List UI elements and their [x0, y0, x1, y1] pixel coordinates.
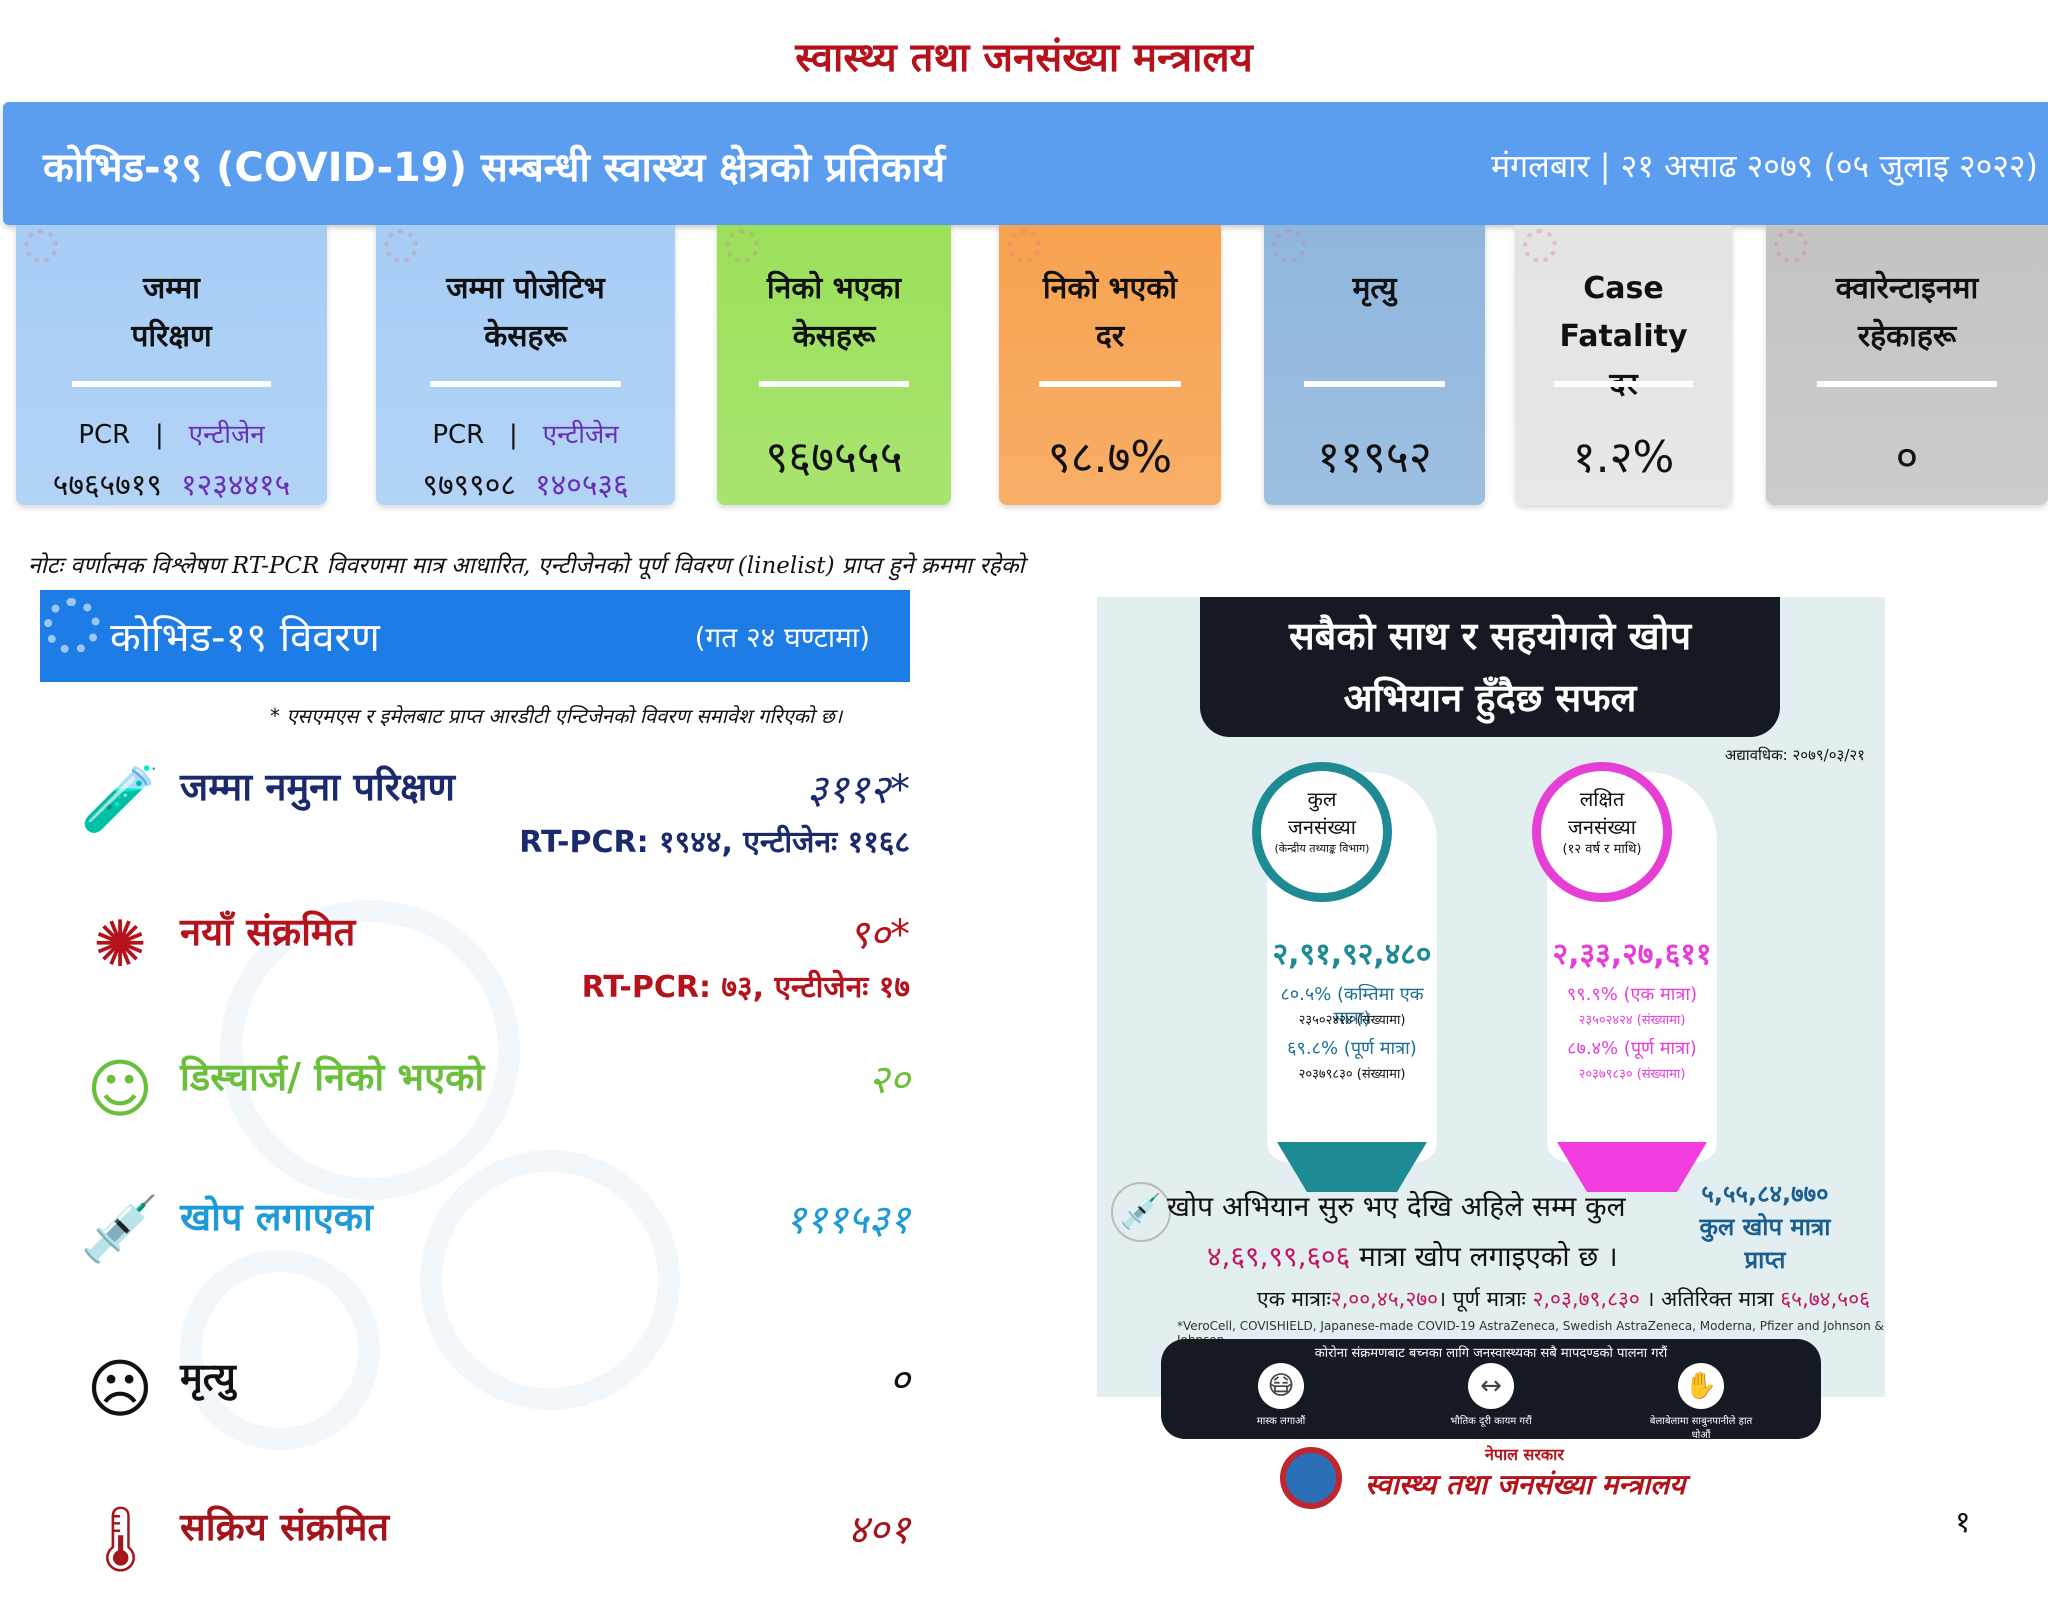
card-value: ०: [1895, 432, 1919, 483]
virus-icon: ✺: [93, 908, 147, 982]
card-title: क्वारेन्टाइनमा रहेकाहरू: [1835, 271, 1979, 354]
total-doses-received: ५,५५,८४,७७० कुल खोप मात्रा प्राप्त: [1699, 1180, 1831, 1274]
vaccination-infographic: सबैको साथ र सहयोगले खोप अभियान हुँदैछ सफल…: [1097, 597, 1885, 1441]
card-title: जम्मा पोजेटिभ केसहरू: [446, 271, 605, 354]
test-tube-icon: 🧪: [80, 763, 160, 837]
virus-icon: [384, 229, 418, 263]
card-title: जम्मा परिक्षण: [131, 271, 212, 354]
card-values: ५७६५७१९ १२३४४१५: [52, 468, 291, 503]
mask-icon: 😷: [1258, 1363, 1304, 1409]
ministry-title: स्वास्थ्य तथा जनसंख्या मन्त्रालय: [795, 35, 1253, 81]
virus-icon: [1272, 229, 1306, 263]
stat-row: 🌡 सक्रिय संक्रमित ४०१: [80, 1500, 910, 1610]
section-header: कोभिड-१९ विवरण (गत २४ घण्टामा): [40, 590, 910, 682]
card-labels: PCR | एन्टीजेन: [432, 420, 619, 450]
card-title: मृत्यु: [1352, 271, 1397, 306]
vaccination-total: ४,६९,९९,६०६ मात्रा खोप लगाइएको छ ।: [1207, 1240, 1618, 1273]
asterisk-note: * एसएमएस र इमेलबाट प्राप्त आरडीटी एन्टिज…: [270, 704, 843, 728]
stat-row: 🧪 जम्मा नमुना परिक्षण ३११२* RT-PCR: १९४४, ए…: [80, 760, 910, 870]
syringe-icon: 💉: [80, 1193, 160, 1267]
virus-icon: [1774, 229, 1808, 263]
as-of-date: अद्यावधिक: २०७९/०३/२१: [1724, 746, 1865, 764]
stat-card: निको भएका केसहरू ९६७५५५: [717, 225, 951, 505]
stat-row: 💉 खोप लगाएका १११५३१: [80, 1190, 910, 1300]
vaccination-message: खोप अभियान सुरु भए देखि अहिले सम्म कुल: [1167, 1190, 1626, 1223]
stat-card: जम्मा परिक्षण PCR | एन्टीजेन ५७६५७१९ १२३४४१…: [16, 225, 327, 505]
stat-card: निको भएको दर ९८.७%: [999, 225, 1221, 505]
card-values: ९७९९०८ १४०५३६: [422, 468, 629, 503]
stat-card: मृत्यु ११९५२: [1264, 225, 1485, 505]
stat-card: जम्मा पोजेटिभ केसहरू PCR | एन्टीजेन ९७९९०८ …: [376, 225, 675, 505]
sad-icon: ☹: [86, 1353, 154, 1427]
smile-icon: ☺: [86, 1053, 154, 1127]
dose-breakdown: एक मात्राः२,००,४५,२७०। पूर्ण मात्राः २,०…: [1257, 1287, 1871, 1311]
banner-date: मंगलबार | २१ असाढ २०७९ (०५ जुलाइ २०२२): [1491, 147, 2038, 185]
stat-card: CaseFatalityदर १.२%: [1515, 225, 1732, 505]
banner-title: कोभिड-१९ (COVID-19) सम्बन्धी स्वास्थ्य क…: [43, 145, 946, 191]
health-advice: कोरोना संक्रमणबाट बच्नका लागि जनस्वास्थ्…: [1161, 1339, 1821, 1441]
target-population-card: लक्षित जनसंख्या (१२ वर्ष र माथि) २,३३,२७,६…: [1532, 762, 1717, 1192]
distance-icon: ↔: [1468, 1363, 1514, 1409]
stat-row: ☺ डिस्चार्ज/ निको भएको २०: [80, 1050, 910, 1160]
stat-row: ✺ नयाँ संक्रमित ९०* RT-PCR: ७३, एन्टीजेनः १…: [80, 905, 910, 1015]
note: नोटः वर्णात्मक विश्लेषण RT-PCR विवरणमा म…: [28, 553, 1025, 579]
card-value: ९८.७%: [1047, 432, 1173, 483]
card-value: ११९५२: [1317, 432, 1432, 483]
nepal-emblem-icon: [1280, 1447, 1342, 1509]
section-title: कोभिड-१९ विवरण: [110, 615, 380, 661]
handwash-icon: ✋: [1678, 1363, 1724, 1409]
virus-icon: [1007, 229, 1041, 263]
virus-icon: [44, 598, 100, 654]
card-title: CaseFatalityदर: [1559, 271, 1688, 402]
card-value: १.२%: [1572, 432, 1675, 483]
virus-icon: [24, 229, 58, 263]
ministry-logo: नेपाल सरकार स्वास्थ्य तथा जनसंख्या मन्त्…: [1280, 1443, 1740, 1513]
infographic-headline: सबैको साथ र सहयोगले खोप अभियान हुँदैछ सफल: [1200, 597, 1780, 737]
syringe-icon: 💉: [1111, 1182, 1171, 1242]
card-value: ९६७५५५: [765, 432, 903, 483]
stat-card: क्वारेन्टाइनमा रहेकाहरू ०: [1766, 225, 2048, 505]
thermometer-icon: 🌡: [80, 1503, 162, 1577]
section-period: (गत २४ घण्टामा): [694, 621, 870, 654]
header-banner: कोभिड-१९ (COVID-19) सम्बन्धी स्वास्थ्य क…: [3, 102, 2048, 225]
virus-icon: [725, 229, 759, 263]
stat-row: ☹ मृत्यु ०: [80, 1350, 910, 1460]
card-title: निको भएको दर: [1042, 271, 1178, 354]
virus-icon: [1523, 229, 1557, 263]
total-population-card: कुल जनसंख्या (केन्द्रीय तथ्याङ्क विभाग) २,…: [1252, 762, 1437, 1192]
card-title: निको भएका केसहरू: [766, 271, 902, 354]
page-number: १: [1955, 1505, 1971, 1540]
card-labels: PCR | एन्टीजेन: [78, 420, 265, 450]
